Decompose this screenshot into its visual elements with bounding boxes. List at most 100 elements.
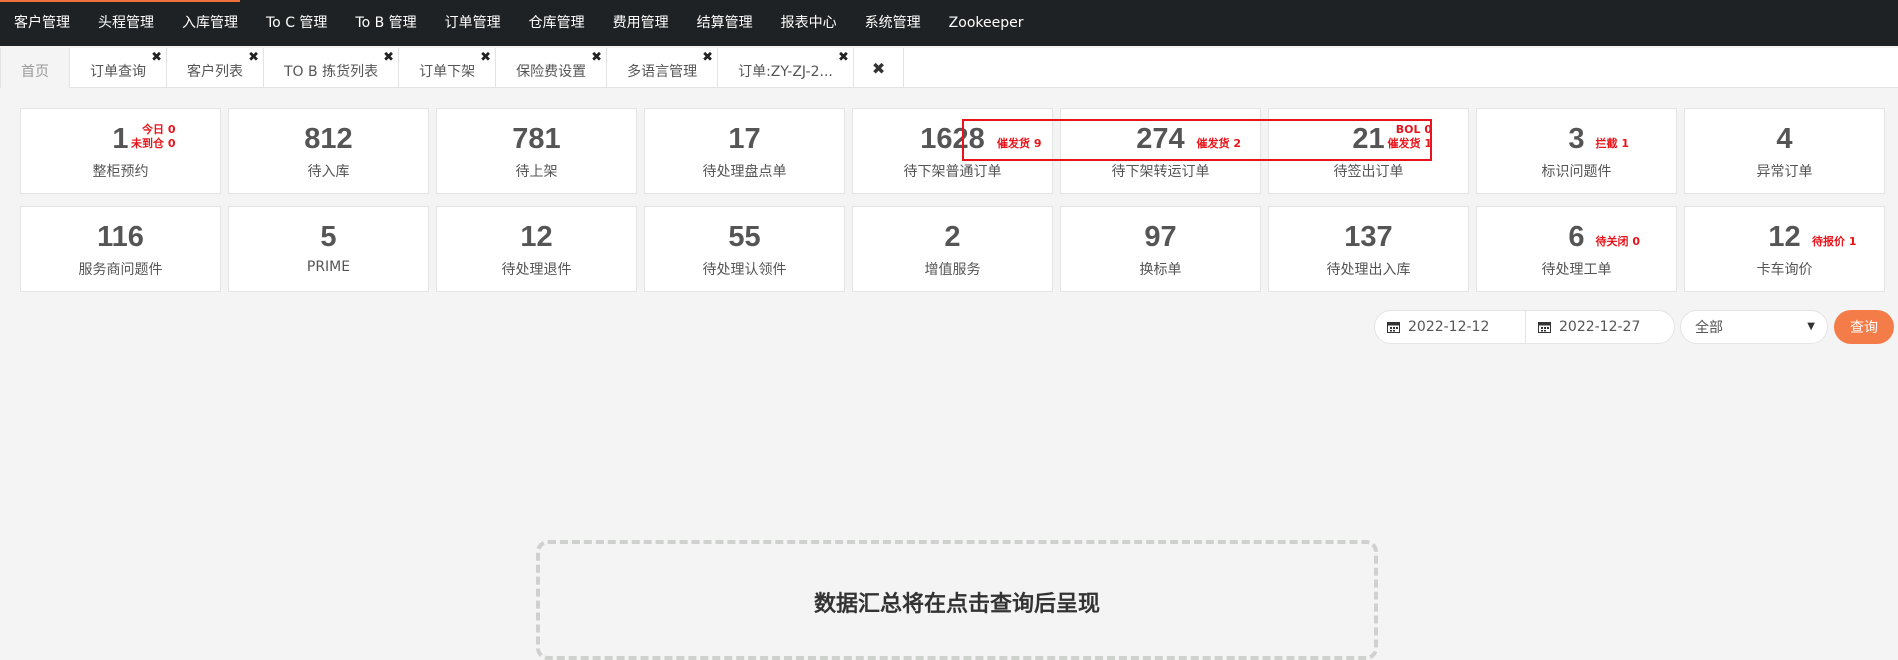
stat-value: 97 bbox=[1144, 221, 1177, 253]
stat-value: 3 bbox=[1568, 123, 1585, 155]
close-icon[interactable]: ✖ bbox=[480, 51, 491, 65]
stat-label: PRIME bbox=[306, 259, 351, 275]
end-date-field[interactable]: 2022-12-27 bbox=[1525, 310, 1675, 344]
summary-placeholder-text: 数据汇总将在点击查询后呈现 bbox=[813, 592, 1100, 617]
nav-item-customer[interactable]: 客户管理 bbox=[0, 0, 84, 46]
stat-label: 换标单 bbox=[1139, 262, 1182, 278]
stat-sub-badge: 待报价 1 bbox=[1812, 235, 1857, 248]
close-icon[interactable]: ✖ bbox=[248, 51, 259, 65]
tab-item[interactable]: 订单下架 ✖ bbox=[399, 48, 497, 88]
nav-item-orders[interactable]: 订单管理 bbox=[431, 0, 515, 46]
query-button[interactable]: 查询 bbox=[1834, 310, 1894, 344]
stat-value: 137 bbox=[1344, 221, 1393, 253]
tab-label: 订单:ZY-ZJ-2... bbox=[738, 64, 833, 80]
stat-label: 待上架 bbox=[515, 164, 558, 180]
tab-item[interactable]: 保险费设置 ✖ bbox=[496, 48, 608, 88]
stat-label: 待处理盘点单 bbox=[702, 164, 787, 180]
stat-sub-badge: 催发货 2 bbox=[1196, 137, 1241, 150]
nav-item-zookeeper[interactable]: Zookeeper bbox=[935, 0, 1038, 46]
close-icon[interactable]: ✖ bbox=[151, 51, 162, 65]
tab-label: TO B 拣货列表 bbox=[284, 64, 379, 80]
close-icon[interactable]: ✖ bbox=[591, 51, 602, 65]
tab-label: 客户列表 bbox=[187, 64, 243, 80]
stat-card[interactable]: 781 待上架 bbox=[436, 108, 637, 194]
nav-item-inbound[interactable]: 入库管理 bbox=[168, 0, 252, 46]
stat-value: 12 bbox=[520, 221, 553, 253]
stat-label: 待处理出入库 bbox=[1326, 262, 1411, 278]
stat-card[interactable]: 3 标识问题件 拦截 1 bbox=[1476, 108, 1677, 194]
stat-label: 待下架转运订单 bbox=[1111, 164, 1210, 180]
stat-card[interactable]: 137 待处理出入库 bbox=[1268, 206, 1469, 292]
stat-card[interactable]: 55 待处理认领件 bbox=[644, 206, 845, 292]
stat-value: 21 bbox=[1352, 123, 1385, 155]
stat-value: 17 bbox=[728, 123, 761, 155]
stat-card[interactable]: 1628 待下架普通订单 催发货 9 bbox=[852, 108, 1053, 194]
stat-card[interactable]: 5 PRIME bbox=[228, 206, 429, 292]
stat-sub-badge: 今日 0 bbox=[142, 123, 176, 136]
nav-item-fees[interactable]: 费用管理 bbox=[599, 0, 683, 46]
stat-sub-badge: BOL 0 bbox=[1395, 123, 1432, 136]
stat-sub-badge: 未到仓 0 bbox=[131, 137, 176, 150]
tab-label: 首页 bbox=[21, 64, 49, 80]
stat-card[interactable]: 4 异常订单 bbox=[1684, 108, 1885, 194]
close-icon[interactable]: ✖ bbox=[702, 51, 713, 65]
stat-card[interactable]: 6 待处理工单 待关闭 0 bbox=[1476, 206, 1677, 292]
nav-item-first-leg[interactable]: 头程管理 bbox=[84, 0, 168, 46]
stat-label: 整柜预约 bbox=[92, 164, 149, 180]
stat-card[interactable]: 812 待入库 bbox=[228, 108, 429, 194]
tab-list: 首页 订单查询 ✖ 客户列表 ✖ TO B 拣货列表 ✖ 订单下架 ✖ 保险费设置 ✖ 多语言管理 ✖ 订… bbox=[0, 48, 1898, 88]
stat-value: 5 bbox=[320, 221, 337, 253]
stat-card[interactable]: 12 卡车询价 待报价 1 bbox=[1684, 206, 1885, 292]
stat-value: 781 bbox=[512, 123, 561, 155]
tab-item[interactable]: 首页 bbox=[0, 48, 70, 88]
close-all-tabs-button[interactable]: ✖ bbox=[854, 48, 905, 88]
stat-card[interactable]: 21 待签出订单 BOL 0 催发货 1 bbox=[1268, 108, 1469, 194]
nav-item-to-b[interactable]: To B 管理 bbox=[341, 0, 430, 46]
stat-label: 待下架普通订单 bbox=[903, 164, 1002, 180]
stat-label: 待处理退件 bbox=[501, 262, 572, 278]
status-select[interactable]: 全部 ▼ bbox=[1680, 310, 1828, 344]
nav-menu: 客户管理 头程管理 入库管理 To C 管理 To B 管理 订单管理 仓库管理… bbox=[0, 0, 1037, 46]
stat-value: 812 bbox=[304, 123, 353, 155]
stat-value: 1 bbox=[112, 123, 129, 155]
tab-label: 订单下架 bbox=[419, 64, 476, 80]
tab-item[interactable]: 订单查询 ✖ bbox=[70, 48, 167, 88]
tab-item[interactable]: 订单:ZY-ZJ-2... ✖ bbox=[718, 48, 854, 88]
close-icon[interactable]: ✖ bbox=[838, 51, 849, 65]
nav-item-settlement[interactable]: 结算管理 bbox=[683, 0, 767, 46]
tab-label: 多语言管理 bbox=[627, 64, 698, 80]
stat-label: 标识问题件 bbox=[1541, 164, 1612, 180]
close-icon[interactable]: ✖ bbox=[383, 51, 394, 65]
stat-sub-badge: 待关闭 0 bbox=[1595, 235, 1640, 248]
stat-label: 服务商问题件 bbox=[78, 262, 163, 278]
tab-item[interactable]: 客户列表 ✖ bbox=[167, 48, 264, 88]
stat-card[interactable]: 17 待处理盘点单 bbox=[644, 108, 845, 194]
stat-label: 异常订单 bbox=[1756, 164, 1813, 180]
end-date-value: 2022-12-27 bbox=[1559, 319, 1641, 335]
tab-item[interactable]: 多语言管理 ✖ bbox=[607, 48, 719, 88]
stat-sub-badge: 催发货 1 bbox=[1387, 137, 1432, 150]
top-nav-bar: 客户管理 头程管理 入库管理 To C 管理 To B 管理 订单管理 仓库管理… bbox=[0, 0, 1898, 46]
stat-card[interactable]: 116 服务商问题件 bbox=[20, 206, 221, 292]
stat-card[interactable]: 2 增值服务 bbox=[852, 206, 1053, 292]
stat-label: 待处理工单 bbox=[1541, 262, 1612, 278]
stat-label: 待处理认领件 bbox=[702, 262, 787, 278]
stat-card[interactable]: 97 换标单 bbox=[1060, 206, 1261, 292]
nav-item-warehouse[interactable]: 仓库管理 bbox=[515, 0, 599, 46]
tab-item[interactable]: TO B 拣货列表 ✖ bbox=[264, 48, 400, 88]
chevron-down-icon: ▼ bbox=[1807, 321, 1815, 332]
stat-card[interactable]: 274 待下架转运订单 催发货 2 bbox=[1060, 108, 1261, 194]
nav-item-to-c[interactable]: To C 管理 bbox=[252, 0, 341, 46]
stat-value: 4 bbox=[1776, 123, 1793, 155]
stat-value: 2 bbox=[944, 221, 961, 253]
nav-item-reports[interactable]: 报表中心 bbox=[767, 0, 851, 46]
calendar-icon bbox=[1538, 321, 1551, 333]
stat-card[interactable]: 12 待处理退件 bbox=[436, 206, 637, 292]
nav-item-system[interactable]: 系统管理 bbox=[851, 0, 935, 46]
stat-label: 待签出订单 bbox=[1333, 164, 1404, 180]
start-date-value: 2022-12-12 bbox=[1408, 319, 1490, 335]
start-date-field[interactable]: 2022-12-12 bbox=[1374, 310, 1526, 344]
stat-card[interactable]: 1 整柜预约 今日 0 未到仓 0 bbox=[20, 108, 221, 194]
tab-bar: 首页 订单查询 ✖ 客户列表 ✖ TO B 拣货列表 ✖ 订单下架 ✖ 保险费设置 ✖ 多语言管理 ✖ 订… bbox=[0, 48, 1898, 88]
stat-label: 增值服务 bbox=[924, 262, 981, 278]
